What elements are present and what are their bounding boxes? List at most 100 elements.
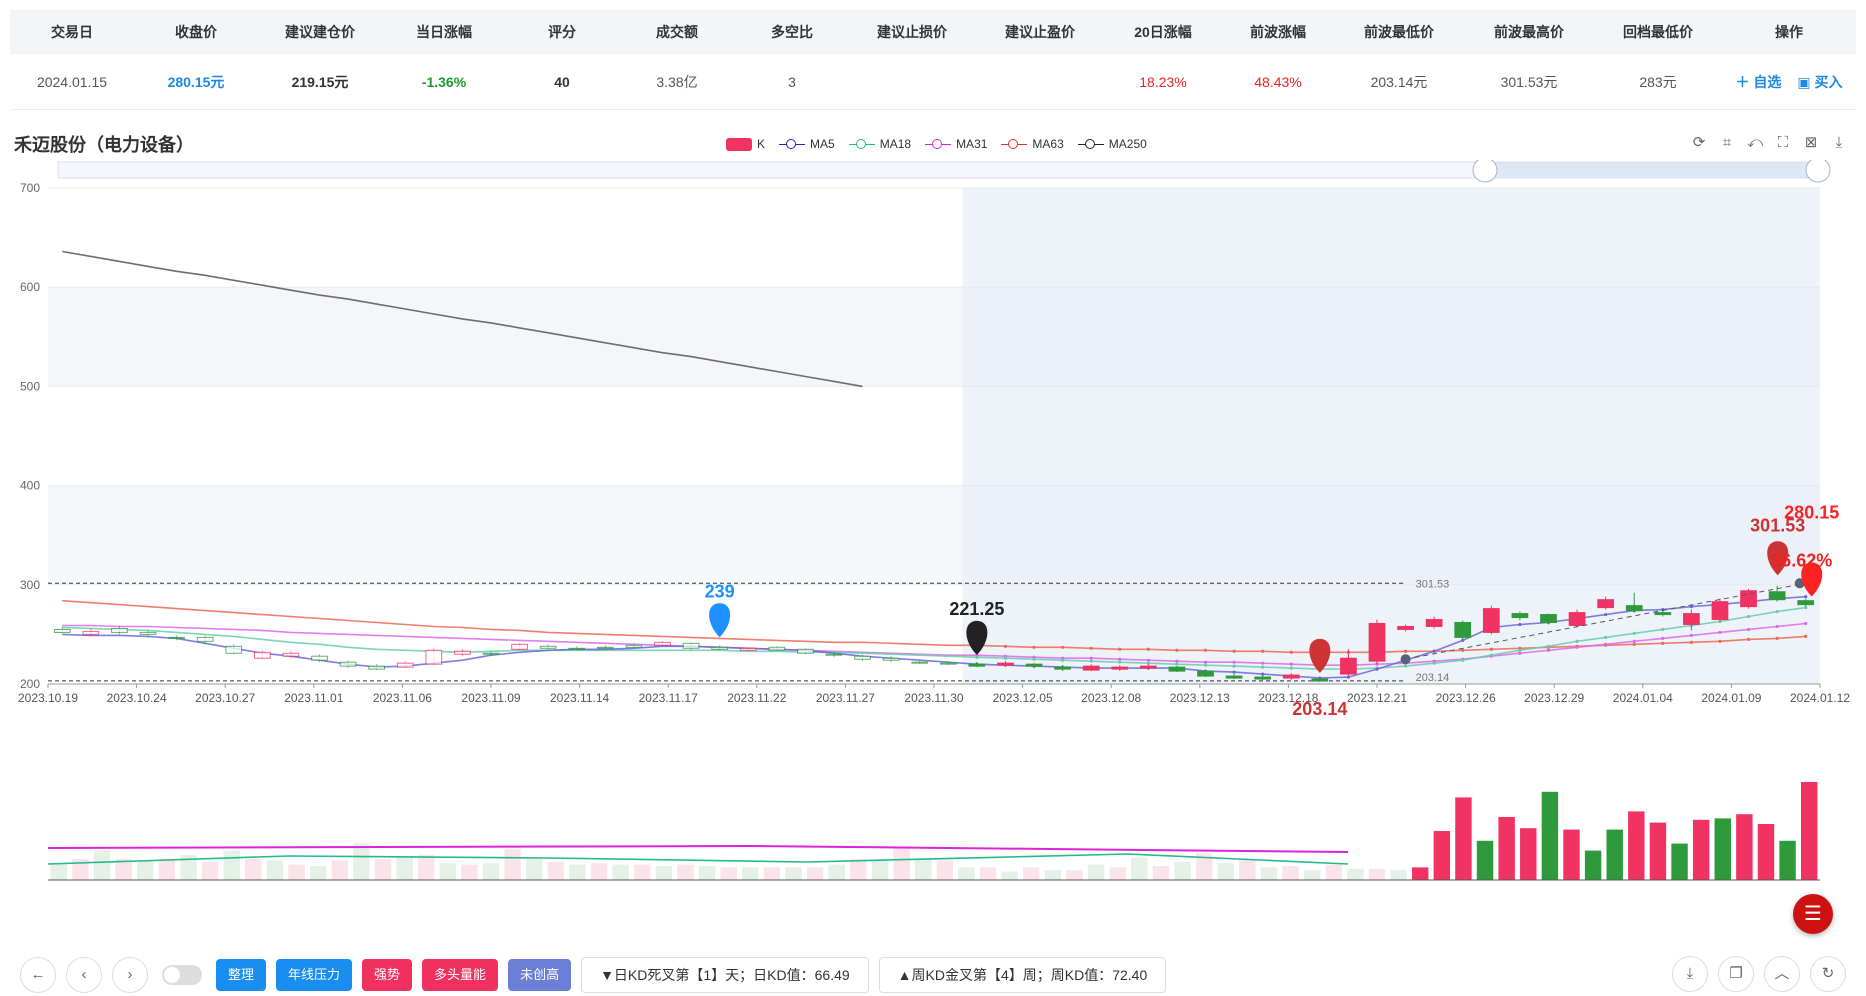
ma31-line-point bbox=[1261, 661, 1265, 665]
y-tick-label: 600 bbox=[20, 280, 40, 294]
ma63-line-point bbox=[1146, 647, 1150, 651]
menu-icon[interactable]: ☰ bbox=[1793, 894, 1833, 934]
volume-bar bbox=[201, 861, 219, 880]
x-tick-label: 2023.10.19 bbox=[18, 691, 78, 705]
volume-bar bbox=[288, 864, 305, 880]
legend-item-ma31[interactable]: MA31 bbox=[925, 137, 987, 151]
ma18-line-point bbox=[1118, 660, 1122, 664]
tag-no-new-high[interactable]: 未创高 bbox=[508, 959, 572, 991]
legend-label-ma5: MA5 bbox=[810, 137, 835, 151]
ma63-line-point bbox=[1775, 636, 1779, 640]
prev-chevron-icon[interactable]: ‹ bbox=[66, 957, 102, 993]
ma31-line-point bbox=[1518, 651, 1522, 655]
volume-bar bbox=[806, 867, 824, 880]
x-tick-label: 2024.01.09 bbox=[1701, 691, 1761, 705]
save-image-icon[interactable]: ⤓ bbox=[1830, 134, 1848, 152]
marker-239-label: 239 bbox=[705, 581, 735, 601]
col-prev-wave: 前波涨幅 bbox=[1250, 24, 1306, 40]
ma18-line-point bbox=[1061, 658, 1065, 662]
candle-body bbox=[1082, 665, 1100, 671]
crop-icon[interactable]: ⌗ bbox=[1718, 134, 1736, 152]
scroll-top-icon[interactable]: ︿ bbox=[1764, 956, 1800, 992]
ma31-line-point bbox=[1632, 639, 1636, 643]
x-tick-label: 2023.11.09 bbox=[461, 691, 520, 705]
tag-annual-line-pressure[interactable]: 年线压力 bbox=[276, 959, 353, 991]
candle-body bbox=[1397, 625, 1414, 630]
toggle-switch[interactable] bbox=[162, 965, 202, 985]
candle-body bbox=[854, 655, 871, 660]
cell-amount: 3.38亿 bbox=[656, 73, 698, 90]
add-watchlist-button[interactable]: ＋ 自选 bbox=[1735, 72, 1781, 92]
candle-body bbox=[1254, 676, 1272, 680]
candlestick-chart: 200 300 400 500 600 700 301.53 203.14 2023.10.19… bbox=[18, 160, 1850, 881]
legend-item-k[interactable]: K bbox=[726, 137, 765, 151]
cell-entry: 219.15元 bbox=[291, 73, 349, 90]
back-arrow-icon[interactable]: ← bbox=[20, 957, 56, 993]
legend-item-ma250[interactable]: MA250 bbox=[1077, 137, 1147, 151]
candle-body bbox=[625, 644, 643, 648]
volume-bar bbox=[1303, 870, 1321, 880]
volume-bar bbox=[396, 856, 413, 880]
ma31-line-point bbox=[1689, 633, 1693, 637]
marker-28015-label: 280.15 bbox=[1784, 502, 1839, 522]
ma63-line-point bbox=[1746, 637, 1751, 641]
buy-button[interactable]: ▣ 买入 bbox=[1797, 72, 1842, 92]
ma63-line-point bbox=[1718, 639, 1722, 643]
volume-bar bbox=[266, 860, 284, 880]
candle-body bbox=[1654, 612, 1672, 616]
cell-chg20: 18.23% bbox=[1139, 73, 1187, 90]
ma31-line-point bbox=[1146, 658, 1150, 662]
tag-bull-volume[interactable]: 多头量能 bbox=[422, 959, 499, 991]
candle-body bbox=[168, 636, 185, 639]
restore-icon[interactable]: ⛶ bbox=[1774, 134, 1792, 152]
data-view-icon[interactable]: ⊠ bbox=[1802, 134, 1820, 152]
volume-bar bbox=[1152, 866, 1170, 880]
download-icon[interactable]: ⤓ bbox=[1672, 956, 1708, 992]
legend-item-ma5[interactable]: MA5 bbox=[779, 137, 835, 151]
x-tick-label: 2023.11.14 bbox=[550, 691, 609, 705]
ma63-line-point bbox=[1175, 648, 1179, 652]
tag-strong[interactable]: 强势 bbox=[362, 959, 413, 991]
x-tick-label: 2023.11.30 bbox=[904, 691, 963, 705]
candle-body bbox=[53, 628, 71, 633]
ma18-line-point bbox=[1575, 639, 1579, 643]
copy-icon[interactable]: ❐ bbox=[1718, 956, 1754, 992]
candle-body bbox=[282, 652, 300, 657]
bottom-right-buttons: ⤓ ❐ ︿ ↻ bbox=[1672, 956, 1846, 992]
ma18-line-point bbox=[1232, 664, 1236, 668]
x-tick-label: 2023.11.06 bbox=[373, 691, 432, 705]
trend-start-point bbox=[1400, 654, 1411, 665]
candle-body bbox=[1111, 666, 1129, 670]
legend-swatch-ma63 bbox=[1001, 138, 1028, 151]
ma63-line-point bbox=[1118, 647, 1122, 651]
refresh-icon[interactable]: ⟳ bbox=[1690, 134, 1708, 152]
volume-bar bbox=[1217, 863, 1234, 880]
cell-prev-wave: 48.43% bbox=[1254, 73, 1302, 90]
zoom-reset-icon[interactable]: ⤺ bbox=[1746, 134, 1764, 152]
candle-body bbox=[1311, 678, 1329, 682]
volume-bar bbox=[1174, 861, 1191, 880]
volume-bar bbox=[1282, 866, 1299, 880]
legend-item-ma18[interactable]: MA18 bbox=[848, 137, 911, 151]
legend-label-ma31: MA31 bbox=[956, 137, 988, 151]
legend-item-ma63[interactable]: MA63 bbox=[1001, 137, 1064, 151]
ma5-line-point bbox=[1232, 670, 1236, 674]
candle-body bbox=[196, 636, 214, 642]
candle-body bbox=[1568, 612, 1586, 626]
reload-icon[interactable]: ↻ bbox=[1810, 956, 1846, 992]
cell-pullback-low: 283元 bbox=[1639, 73, 1677, 90]
ma63-line-point bbox=[1461, 648, 1465, 652]
candle-body bbox=[1625, 605, 1643, 612]
ma18-line-point bbox=[1432, 661, 1436, 665]
volume-bar bbox=[1066, 870, 1083, 880]
candle-body bbox=[1597, 599, 1615, 609]
candle-body bbox=[1054, 666, 1071, 670]
ma5-line-point bbox=[1518, 622, 1522, 627]
tag-consolidation[interactable]: 整理 bbox=[216, 959, 267, 991]
next-chevron-icon[interactable]: › bbox=[112, 957, 148, 993]
marker-203-label: 203.14 bbox=[1292, 699, 1347, 719]
volume-bar bbox=[763, 867, 781, 880]
x-tick-label: 2023.12.21 bbox=[1347, 691, 1407, 705]
volume-bar bbox=[439, 863, 456, 880]
cell-date: 2024.01.15 bbox=[36, 73, 108, 90]
